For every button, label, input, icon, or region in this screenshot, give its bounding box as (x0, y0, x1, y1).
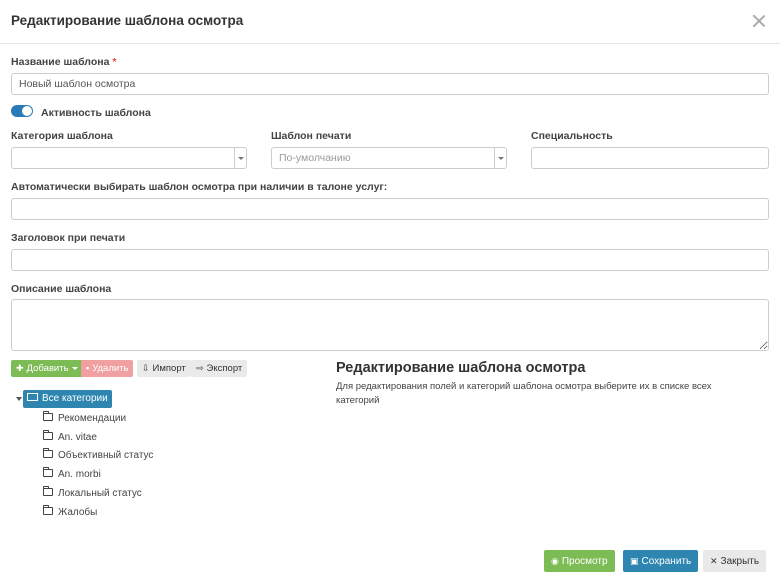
auto-select-input[interactable] (11, 198, 769, 220)
tree-root-label: Все категории (42, 393, 108, 404)
caret-down-icon (71, 366, 78, 370)
close-button-label: Закрыть (720, 556, 760, 567)
tree-item[interactable]: Жалобы (43, 505, 97, 521)
tree-item-label: An. vitae (58, 432, 97, 443)
close-icon[interactable] (752, 14, 766, 28)
folder-icon (43, 430, 53, 441)
editor-panel-description: Для редактирования полей и категорий шаб… (336, 381, 712, 406)
trash-icon: ▪ (86, 363, 90, 373)
folder-icon (43, 448, 53, 459)
specialty-label: Специальность (531, 130, 613, 142)
description-textarea[interactable] (11, 299, 769, 351)
tree-item[interactable]: An. morbi (43, 467, 101, 483)
tree-item[interactable]: Рекомендации (43, 411, 126, 427)
export-button-label: Экспорт (206, 363, 243, 374)
add-button-label: Добавить (26, 363, 69, 374)
print-header-label: Заголовок при печати (11, 232, 126, 244)
folder-open-icon (27, 393, 38, 402)
print-header-input[interactable] (11, 249, 769, 271)
export-icon: ⇨ (196, 363, 204, 373)
import-icon: ⇩ (142, 363, 150, 373)
print-template-select[interactable]: По-умолчанию (271, 147, 507, 169)
editor-panel-title: Редактирование шаблона осмотра (336, 360, 586, 376)
edit-template-modal: Редактирование шаблона осмотра Название … (0, 0, 780, 586)
tree-collapse-caret-icon[interactable] (16, 397, 22, 401)
folder-icon (43, 486, 53, 497)
tree-item-label: An. morbi (58, 469, 101, 480)
category-label: Категория шаблона (11, 130, 113, 142)
active-toggle[interactable] (11, 105, 33, 117)
save-button[interactable]: ▣ Сохранить (623, 550, 699, 572)
preview-button-label: Просмотр (561, 556, 608, 567)
required-mark: * (112, 56, 117, 68)
plus-icon: ✚ (16, 363, 24, 373)
tree-item[interactable]: Объективный статус (43, 448, 153, 464)
tree-item-label: Локальный статус (58, 488, 142, 499)
import-button-label: Импорт (152, 363, 186, 374)
tree-item-label: Объективный статус (58, 450, 154, 461)
delete-button-label: Удалить (92, 363, 129, 374)
modal-header: Редактирование шаблона осмотра (0, 0, 780, 44)
export-button[interactable]: ⇨ Экспорт (191, 360, 248, 377)
tree-item[interactable]: An. vitae (43, 430, 97, 446)
auto-select-label: Автоматически выбирать шаблон осмотра пр… (11, 181, 388, 193)
specialty-input[interactable] (531, 147, 769, 169)
folder-icon (43, 411, 53, 422)
preview-button[interactable]: ◉ Просмотр (544, 550, 615, 572)
eye-icon: ◉ (551, 556, 559, 566)
tree-item[interactable]: Локальный статус (43, 486, 142, 502)
save-button-label: Сохранить (641, 556, 692, 567)
print-template-select-value: По-умолчанию (279, 152, 351, 164)
category-select[interactable] (11, 147, 247, 169)
modal-title: Редактирование шаблона осмотра (11, 13, 244, 28)
tree-item-label: Рекомендации (58, 413, 127, 424)
tree-item-label: Жалобы (58, 507, 98, 518)
chevron-down-icon (494, 148, 506, 168)
description-label: Описание шаблона (11, 283, 112, 295)
folder-icon (43, 467, 53, 478)
close-icon: ✕ (710, 556, 718, 566)
add-dropdown-button[interactable]: ✚ Добавить (11, 360, 83, 377)
template-name-label: Название шаблона * (11, 56, 116, 68)
floppy-disk-icon: ▣ (630, 556, 639, 566)
chevron-down-icon (234, 148, 246, 168)
active-toggle-label: Активность шаблона (41, 107, 151, 119)
tree-root-all-categories[interactable]: Все категории (23, 390, 112, 408)
close-button[interactable]: ✕ Закрыть (703, 550, 767, 572)
delete-button[interactable]: ▪ Удалить (81, 360, 134, 377)
template-name-label-text: Название шаблона (11, 56, 110, 68)
folder-icon (43, 505, 53, 516)
import-button[interactable]: ⇩ Импорт (137, 360, 191, 377)
template-name-input[interactable]: Новый шаблон осмотра (11, 73, 769, 95)
print-template-label: Шаблон печати (271, 130, 352, 142)
